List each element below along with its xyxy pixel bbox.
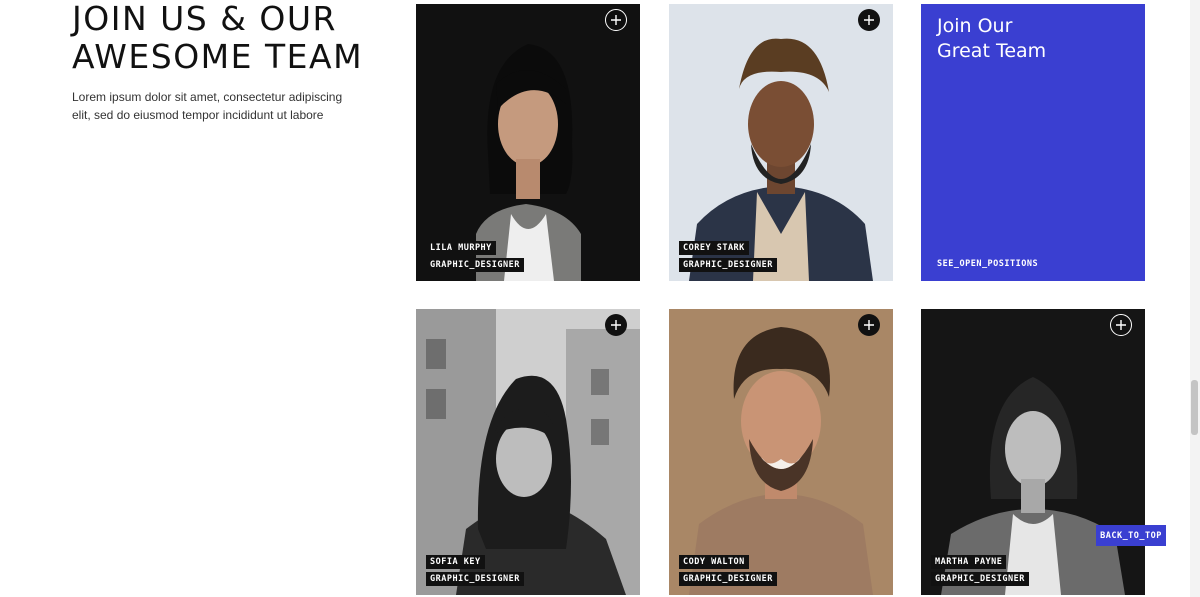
team-photo-sofia-key [416, 309, 640, 595]
cta-title: Join Our Great Team [937, 14, 1046, 64]
team-card-cody-walton[interactable]: CODY WALTON GRAPHIC_DESIGNER [669, 309, 893, 595]
scrollbar-track[interactable] [1190, 0, 1200, 597]
member-role: GRAPHIC_DESIGNER [679, 258, 777, 272]
member-name: LILA MURPHY [426, 241, 496, 255]
member-role: GRAPHIC_DESIGNER [679, 572, 777, 586]
team-card-lila-murphy[interactable]: LILA MURPHY GRAPHIC_DESIGNER [416, 4, 640, 281]
team-card-corey-stark[interactable]: COREY STARK GRAPHIC_DESIGNER [669, 4, 893, 281]
team-photo-cody-walton [669, 309, 893, 595]
intro-section: JOIN US & OUR AWESOME TEAM Lorem ipsum d… [72, 0, 392, 124]
member-name: SOFIA KEY [426, 555, 485, 569]
title-line-2: AWESOME TEAM [72, 37, 364, 76]
team-photo-corey-stark [669, 4, 893, 281]
member-role: GRAPHIC_DESIGNER [426, 572, 524, 586]
plus-icon[interactable] [858, 9, 880, 31]
plus-icon[interactable] [605, 9, 627, 31]
team-card-sofia-key[interactable]: SOFIA KEY GRAPHIC_DESIGNER [416, 309, 640, 595]
scrollbar-thumb[interactable] [1191, 380, 1198, 435]
intro-description: Lorem ipsum dolor sit amet, consectetur … [72, 90, 343, 122]
page-title: JOIN US & OUR AWESOME TEAM [72, 0, 392, 76]
plus-icon[interactable] [858, 314, 880, 336]
cta-title-line-1: Join Our [937, 15, 1013, 37]
member-role: GRAPHIC_DESIGNER [931, 572, 1029, 586]
see-open-positions-link[interactable]: SEE_OPEN_POSITIONS [937, 259, 1038, 269]
title-line-1: JOIN US & OUR [72, 0, 337, 38]
team-photo-martha-payne [921, 309, 1145, 595]
plus-icon[interactable] [605, 314, 627, 336]
team-card-martha-payne[interactable]: MARTHA PAYNE GRAPHIC_DESIGNER [921, 309, 1145, 595]
member-role: GRAPHIC_DESIGNER [426, 258, 524, 272]
member-name: COREY STARK [679, 241, 749, 255]
plus-icon[interactable] [1110, 314, 1132, 336]
member-name: CODY WALTON [679, 555, 749, 569]
team-photo-lila-murphy [416, 4, 640, 281]
back-to-top-button[interactable]: BACK_TO_TOP [1096, 525, 1166, 546]
cta-title-line-2: Great Team [937, 40, 1047, 62]
member-name: MARTHA PAYNE [931, 555, 1007, 569]
join-team-card[interactable]: Join Our Great Team SEE_OPEN_POSITIONS [921, 4, 1145, 281]
